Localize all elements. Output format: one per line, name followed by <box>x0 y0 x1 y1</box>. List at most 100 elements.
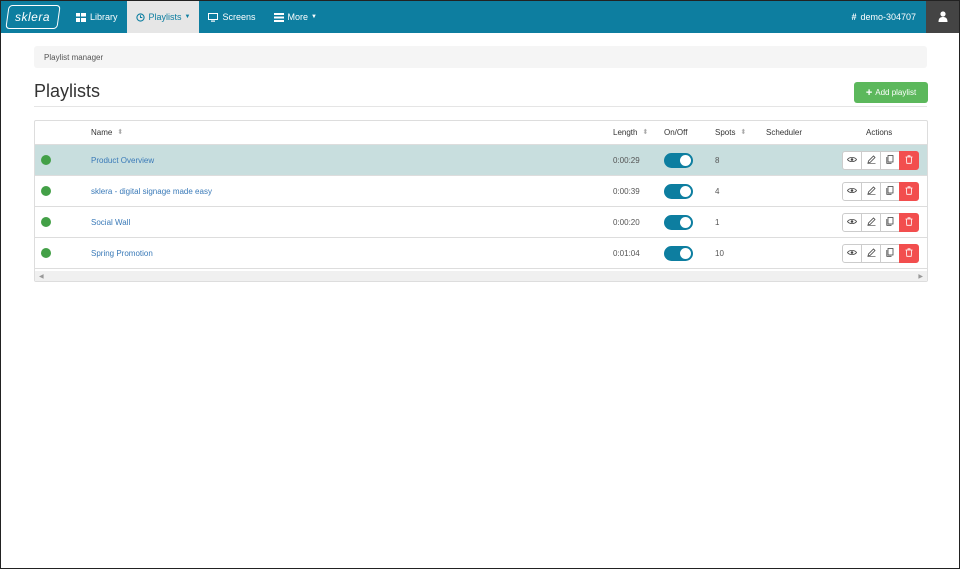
spots-count: 10 <box>715 238 724 268</box>
edit-button[interactable] <box>861 243 881 263</box>
playlist-name[interactable]: Spring Promotion <box>91 249 153 258</box>
workspace-selector[interactable]: # demo-304707 <box>841 1 926 33</box>
table-row[interactable]: Spring Promotion 0:01:04 10 <box>35 238 927 269</box>
hash-icon: # <box>851 12 857 22</box>
eye-icon <box>847 248 857 258</box>
page-title: Playlists <box>34 81 101 101</box>
main-nav: Library Playlists ▼ Screens More ▼ <box>67 1 326 33</box>
copy-icon <box>886 216 894 228</box>
pencil-icon <box>866 247 876 259</box>
onoff-toggle[interactable] <box>664 207 693 237</box>
caret-down-icon: ▼ <box>184 14 191 20</box>
playlist-length: 0:01:04 <box>613 238 640 268</box>
nav-playlists-label: Playlists <box>148 12 182 22</box>
spots-value: 1 <box>715 217 720 227</box>
onoff-toggle[interactable] <box>664 145 693 175</box>
column-header-length[interactable]: Length ⬍ <box>613 121 648 144</box>
duplicate-button[interactable] <box>880 150 900 170</box>
row-actions <box>842 207 919 237</box>
eye-icon <box>847 155 857 165</box>
column-header-label: Length <box>613 128 638 137</box>
copy-icon <box>886 154 894 166</box>
table-row[interactable]: Product Overview 0:00:29 8 <box>35 145 927 176</box>
playlist-name-link[interactable]: Social Wall <box>91 207 130 237</box>
row-actions <box>842 238 919 268</box>
delete-button[interactable] <box>899 243 919 263</box>
nav-right: # demo-304707 <box>841 1 959 33</box>
trash-icon <box>905 216 913 228</box>
length-value: 0:00:29 <box>613 155 640 165</box>
column-header-onoff: On/Off <box>664 121 687 144</box>
column-header-label: On/Off <box>664 128 688 137</box>
table-row[interactable]: Social Wall 0:00:20 1 <box>35 207 927 238</box>
playlist-length: 0:00:39 <box>613 176 640 206</box>
playlist-name-link[interactable]: Product Overview <box>91 145 154 175</box>
title-divider <box>34 106 927 107</box>
onoff-toggle[interactable] <box>664 176 693 206</box>
eye-icon <box>847 186 857 196</box>
length-value: 0:01:04 <box>613 248 640 258</box>
copy-icon <box>886 185 894 197</box>
delete-button[interactable] <box>899 150 919 170</box>
caret-down-icon: ▼ <box>311 14 317 20</box>
duplicate-button[interactable] <box>880 212 900 232</box>
nav-library[interactable]: Library <box>67 1 127 33</box>
top-navbar: sklera Library Playlists ▼ Screens More <box>1 1 959 33</box>
nav-playlists[interactable]: Playlists ▼ <box>126 1 200 33</box>
nav-screens-label: Screens <box>222 12 256 22</box>
playlist-name-link[interactable]: Spring Promotion <box>91 238 153 268</box>
column-header-scheduler: Scheduler <box>766 121 802 144</box>
nav-more[interactable]: More ▼ <box>265 1 326 33</box>
preview-button[interactable] <box>842 212 862 232</box>
playlist-name-link[interactable]: sklera - digital signage made easy <box>91 176 212 206</box>
sklera-logo[interactable]: sklera <box>5 5 61 29</box>
edit-button[interactable] <box>861 181 881 201</box>
onoff-toggle[interactable] <box>664 238 693 268</box>
clock-icon <box>135 12 145 22</box>
playlist-name[interactable]: Social Wall <box>91 218 130 227</box>
preview-button[interactable] <box>842 181 862 201</box>
delete-button[interactable] <box>899 181 919 201</box>
spots-value: 8 <box>715 155 720 165</box>
nav-more-label: More <box>287 12 309 22</box>
scroll-right-icon[interactable]: ▶ <box>918 273 923 280</box>
edit-button[interactable] <box>861 150 881 170</box>
spots-value: 4 <box>715 186 720 196</box>
delete-button[interactable] <box>899 212 919 232</box>
trash-icon <box>905 154 913 166</box>
sort-icon: ⬍ <box>740 129 747 136</box>
plus-icon: + <box>865 86 873 99</box>
list-icon <box>273 12 284 22</box>
duplicate-button[interactable] <box>880 243 900 263</box>
nav-screens[interactable]: Screens <box>199 1 264 33</box>
edit-button[interactable] <box>861 212 881 232</box>
nav-library-label: Library <box>90 12 118 22</box>
playlist-length: 0:00:29 <box>613 145 640 175</box>
column-header-name[interactable]: Name ⬍ <box>91 121 123 144</box>
sort-icon: ⬍ <box>642 129 649 136</box>
spots-count: 8 <box>715 145 719 175</box>
user-menu-button[interactable] <box>926 1 959 33</box>
copy-icon <box>886 247 894 259</box>
table-row[interactable]: sklera - digital signage made easy 0:00:… <box>35 176 927 207</box>
column-header-label: Name <box>91 128 113 137</box>
preview-button[interactable] <box>842 150 862 170</box>
playlist-name[interactable]: sklera - digital signage made easy <box>91 187 212 196</box>
playlist-name[interactable]: Product Overview <box>91 156 154 165</box>
workspace-label: demo-304707 <box>860 12 916 22</box>
length-value: 0:00:20 <box>613 217 640 227</box>
duplicate-button[interactable] <box>880 181 900 201</box>
pencil-icon <box>866 216 876 228</box>
add-playlist-button[interactable]: + Add playlist <box>854 82 928 103</box>
horizontal-scrollbar[interactable]: ◀ ▶ <box>35 271 927 281</box>
breadcrumb-item: Playlist manager <box>44 52 104 62</box>
user-icon <box>938 10 948 24</box>
preview-button[interactable] <box>842 243 862 263</box>
spots-count: 4 <box>715 176 719 206</box>
pencil-icon <box>866 154 876 166</box>
column-header-label: Actions <box>866 128 893 137</box>
length-value: 0:00:39 <box>613 186 640 196</box>
column-header-spots[interactable]: Spots ⬍ <box>715 121 746 144</box>
scroll-left-icon[interactable]: ◀ <box>39 273 44 280</box>
trash-icon <box>905 185 913 197</box>
